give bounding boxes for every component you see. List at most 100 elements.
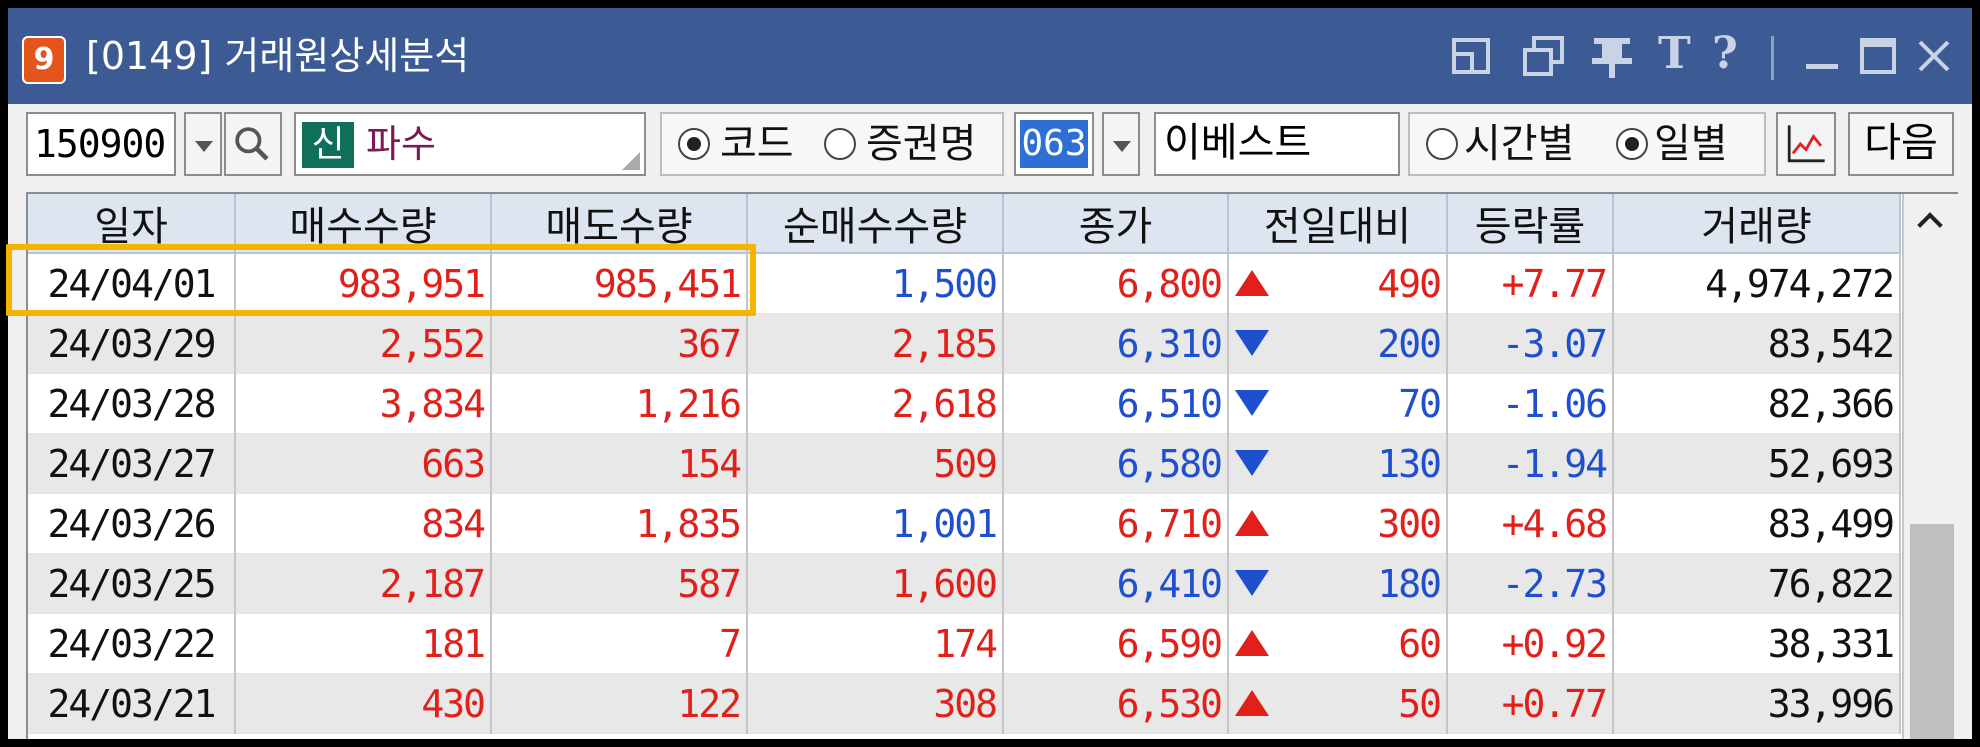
row-highlight-box <box>6 244 756 316</box>
cell-net-buy-qty-value: 1,600 <box>891 561 998 606</box>
broker-dropdown[interactable] <box>1102 112 1140 176</box>
cell-date-value: 24/03/28 <box>47 381 216 426</box>
stock-code-dropdown[interactable] <box>184 112 222 176</box>
stock-name-field[interactable]: 신 파수 <box>294 112 646 176</box>
table-row[interactable]: 24/03/25 2,187 587 1,600 6,410 180 -2.73 76,822 <box>28 553 1901 614</box>
cell-net-buy-qty-value: 1,001 <box>891 501 998 546</box>
table-row[interactable]: 24/03/22 181 7 174 6,590 60 +0.92 38,331 <box>28 613 1901 674</box>
cell-net-buy-qty-value: 1,500 <box>891 261 998 306</box>
stock-name: 파수 <box>366 122 436 166</box>
query-toolbar: 150900 신 파수 코드 증권명 063 이베스트 시간별 일별 다음 <box>8 104 1972 188</box>
restore-layout-icon[interactable] <box>1448 32 1496 80</box>
cell-volume: 4,974,272 <box>1613 253 1901 314</box>
col-header-rate[interactable]: 등락률 <box>1447 194 1614 254</box>
cell-buy-qty: 181 <box>235 613 492 674</box>
cell-volume-value: 83,542 <box>1767 321 1895 366</box>
col-header-change[interactable]: 전일대비 <box>1228 194 1448 254</box>
cell-volume: 82,366 <box>1613 373 1901 434</box>
radio-by-time[interactable] <box>1426 128 1458 160</box>
cell-volume-value: 52,693 <box>1767 441 1895 486</box>
cell-change-value: 200 <box>1377 321 1442 366</box>
copy-window-icon[interactable] <box>1520 32 1568 80</box>
cell-change-value: 300 <box>1377 501 1442 546</box>
cell-sell-qty: 1,216 <box>491 373 748 434</box>
cell-rate-value: +0.77 <box>1501 681 1608 726</box>
down-arrow-icon <box>1235 330 1269 356</box>
radio-code[interactable] <box>678 128 710 160</box>
radio-stock-name[interactable] <box>824 128 856 160</box>
cell-change: 200 <box>1228 313 1448 374</box>
cell-volume-value: 4,974,272 <box>1705 261 1895 306</box>
table-row[interactable]: 24/03/28 3,834 1,216 2,618 6,510 70 -1.06 82,36… <box>28 373 1901 434</box>
cell-buy-qty-value: 834 <box>421 501 486 546</box>
cell-sell-qty-value: 1,216 <box>635 381 742 426</box>
table-row[interactable]: 24/03/29 2,552 367 2,185 6,310 200 -3.07 83,542 <box>28 313 1901 374</box>
cell-date: 24/03/26 <box>28 493 236 554</box>
font-T-icon[interactable]: T <box>1658 26 1691 82</box>
cell-rate-value: +4.68 <box>1501 501 1608 546</box>
title-separator <box>1771 36 1774 80</box>
cell-sell-qty-value: 154 <box>677 441 742 486</box>
cell-volume-value: 38,331 <box>1767 621 1895 666</box>
cell-sell-qty-value: 587 <box>677 561 742 606</box>
maximize-icon[interactable] <box>1854 32 1902 80</box>
cell-buy-qty-value: 2,552 <box>379 321 486 366</box>
cell-date-value: 24/03/22 <box>47 621 216 666</box>
cell-net-buy-qty-value: 2,618 <box>891 381 998 426</box>
cell-change-value: 130 <box>1377 441 1442 486</box>
broker-name-field[interactable]: 이베스트 <box>1154 112 1400 176</box>
pin-icon[interactable] <box>1588 32 1636 80</box>
stock-code-input[interactable]: 150900 <box>26 112 176 176</box>
minimize-icon[interactable] <box>1798 32 1846 80</box>
cell-rate-value: -2.73 <box>1501 561 1608 606</box>
cell-net-buy-qty-value: 174 <box>933 621 998 666</box>
cell-volume: 52,693 <box>1613 433 1901 494</box>
help-icon[interactable]: ? <box>1712 26 1738 82</box>
cell-date-value: 24/03/26 <box>47 501 216 546</box>
title-bar[interactable]: 9 [0149] 거래원상세분석 T ? <box>8 8 1972 104</box>
cell-date: 24/03/22 <box>28 613 236 674</box>
radio-stock-name-label[interactable]: 증권명 <box>866 114 976 174</box>
col-header-net-buy-qty[interactable]: 순매수수량 <box>747 194 1004 254</box>
cell-volume: 83,542 <box>1613 313 1901 374</box>
up-arrow-icon <box>1235 510 1269 536</box>
broker-code: 063 <box>1020 120 1088 168</box>
radio-code-label[interactable]: 코드 <box>720 114 794 174</box>
search-mode-group: 코드 증권명 <box>660 112 1004 176</box>
up-arrow-icon <box>1235 270 1269 296</box>
search-button[interactable] <box>224 112 282 176</box>
cell-rate-value: -1.06 <box>1501 381 1608 426</box>
cell-buy-qty-value: 430 <box>421 681 486 726</box>
radio-daily-label[interactable]: 일별 <box>1654 114 1728 174</box>
col-header-close[interactable]: 종가 <box>1003 194 1229 254</box>
cell-sell-qty: 1,835 <box>491 493 748 554</box>
cell-close-value: 6,310 <box>1116 321 1223 366</box>
cell-change: 180 <box>1228 553 1448 614</box>
broker-code-select[interactable]: 063 <box>1014 112 1094 176</box>
cell-date: 24/03/21 <box>28 673 236 734</box>
col-header-volume[interactable]: 거래량 <box>1613 194 1901 254</box>
cell-rate: -2.73 <box>1447 553 1614 614</box>
scroll-up-icon[interactable] <box>1904 194 1958 252</box>
cell-rate-value: -3.07 <box>1501 321 1608 366</box>
vertical-scrollbar[interactable] <box>1902 194 1958 739</box>
cell-close: 6,590 <box>1003 613 1229 674</box>
cell-close-value: 6,580 <box>1116 441 1223 486</box>
down-arrow-icon <box>1235 450 1269 476</box>
table-row[interactable]: 24/03/21 430 122 308 6,530 50 +0.77 33,996 <box>28 673 1901 734</box>
cell-close: 6,530 <box>1003 673 1229 734</box>
close-icon[interactable] <box>1910 32 1958 80</box>
radio-by-time-label[interactable]: 시간별 <box>1464 114 1574 174</box>
cell-date: 24/03/29 <box>28 313 236 374</box>
table-row[interactable]: 24/03/27 663 154 509 6,580 130 -1.94 52,693 <box>28 433 1901 494</box>
cell-change: 70 <box>1228 373 1448 434</box>
cell-volume: 76,822 <box>1613 553 1901 614</box>
cell-change-value: 490 <box>1377 261 1442 306</box>
cell-volume-value: 83,499 <box>1767 501 1895 546</box>
chart-button[interactable] <box>1776 112 1836 176</box>
scroll-thumb[interactable] <box>1910 524 1954 739</box>
cell-change-value: 70 <box>1398 381 1442 426</box>
table-row[interactable]: 24/03/26 834 1,835 1,001 6,710 300 +4.68 83,499 <box>28 493 1901 554</box>
next-button[interactable]: 다음 <box>1848 112 1954 176</box>
radio-daily[interactable] <box>1616 128 1648 160</box>
